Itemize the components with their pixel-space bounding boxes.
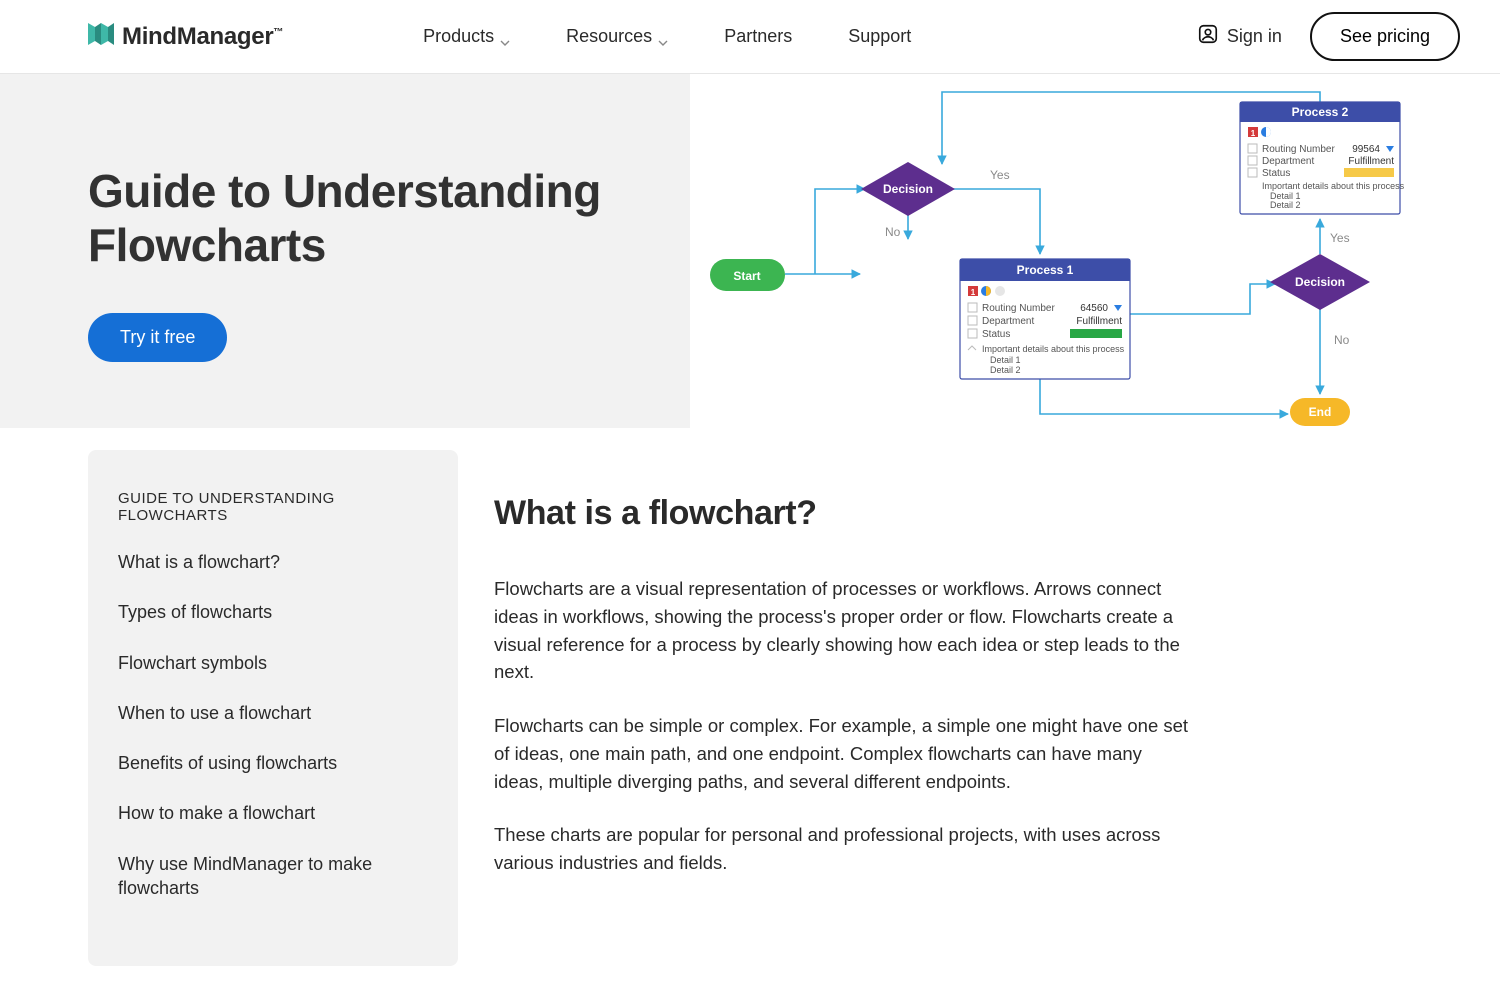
svg-text:1: 1 bbox=[971, 288, 976, 297]
logo-icon bbox=[88, 21, 114, 52]
flow-no-label: No bbox=[885, 225, 901, 239]
chevron-down-icon bbox=[500, 32, 510, 42]
svg-text:Status: Status bbox=[1262, 168, 1290, 179]
nav-resources-label: Resources bbox=[566, 26, 652, 47]
hero-flowchart: Start Decision Yes No Process 1 1 bbox=[690, 74, 1500, 428]
svg-text:Start: Start bbox=[733, 269, 760, 283]
flow-decision-1: Decision bbox=[861, 162, 955, 216]
article-p2: Flowcharts can be simple or complex. For… bbox=[494, 712, 1194, 795]
toc-sidebar: GUIDE TO UNDERSTANDING FLOWCHARTS What i… bbox=[88, 450, 458, 966]
svg-text:Detail 2: Detail 2 bbox=[1270, 200, 1301, 210]
page-title: Guide to Understanding Flowcharts bbox=[88, 164, 650, 273]
svg-text:Fulfillment: Fulfillment bbox=[1076, 316, 1122, 327]
svg-text:Fulfillment: Fulfillment bbox=[1348, 156, 1394, 167]
svg-text:Department: Department bbox=[1262, 156, 1314, 167]
nav-resources[interactable]: Resources bbox=[566, 26, 668, 47]
toc-item-benefits[interactable]: Benefits of using flowcharts bbox=[118, 751, 428, 775]
svg-text:Status: Status bbox=[982, 329, 1010, 340]
svg-text:Routing Number: Routing Number bbox=[982, 303, 1055, 314]
svg-text:Process 2: Process 2 bbox=[1292, 105, 1349, 119]
svg-text:Important details about this p: Important details about this process bbox=[1262, 181, 1405, 191]
toc-item-when[interactable]: When to use a flowchart bbox=[118, 701, 428, 725]
svg-text:Department: Department bbox=[982, 316, 1034, 327]
article-heading: What is a flowchart? bbox=[494, 494, 1194, 533]
nav-support-label: Support bbox=[848, 26, 911, 47]
nav-products-label: Products bbox=[423, 26, 494, 47]
nav-partners-label: Partners bbox=[724, 26, 792, 47]
svg-text:Detail 1: Detail 1 bbox=[990, 355, 1021, 365]
flow-start: Start bbox=[710, 259, 785, 291]
chevron-down-icon bbox=[658, 32, 668, 42]
flowchart-svg: Start Decision Yes No Process 1 1 bbox=[690, 74, 1500, 428]
svg-text:Decision: Decision bbox=[1295, 275, 1345, 289]
see-pricing-button[interactable]: See pricing bbox=[1310, 12, 1460, 61]
nav-partners[interactable]: Partners bbox=[724, 26, 792, 47]
flow-yes-label-2: Yes bbox=[1330, 231, 1350, 245]
flow-process-2: Process 2 1 Routing Number 99564 Departm… bbox=[1240, 102, 1405, 214]
svg-text:99564: 99564 bbox=[1352, 144, 1380, 155]
flow-no-label-2: No bbox=[1334, 333, 1350, 347]
svg-text:Decision: Decision bbox=[883, 182, 933, 196]
svg-text:1: 1 bbox=[1251, 129, 1256, 138]
top-bar: MindManager™ Products Resources Partners… bbox=[0, 0, 1500, 74]
header-right: Sign in See pricing bbox=[1197, 12, 1460, 61]
primary-nav: Products Resources Partners Support bbox=[423, 26, 911, 47]
toc-item-why[interactable]: Why use MindManager to make flowcharts bbox=[118, 852, 428, 901]
nav-products[interactable]: Products bbox=[423, 26, 510, 47]
signin-link[interactable]: Sign in bbox=[1197, 23, 1282, 50]
svg-text:Important details about this p: Important details about this process bbox=[982, 344, 1125, 354]
article-p3: These charts are popular for personal an… bbox=[494, 821, 1194, 877]
flow-decision-2: Decision bbox=[1270, 254, 1370, 310]
signin-label: Sign in bbox=[1227, 26, 1282, 47]
flow-yes-label: Yes bbox=[990, 168, 1010, 182]
svg-text:Process 1: Process 1 bbox=[1017, 263, 1074, 277]
toc-item-symbols[interactable]: Flowchart symbols bbox=[118, 651, 428, 675]
toc-title: GUIDE TO UNDERSTANDING FLOWCHARTS bbox=[118, 490, 428, 524]
hero: Guide to Understanding Flowcharts Try it… bbox=[0, 74, 1500, 428]
article: What is a flowchart? Flowcharts are a vi… bbox=[494, 450, 1194, 966]
brand-logo[interactable]: MindManager™ bbox=[88, 21, 283, 52]
brand-name: MindManager™ bbox=[122, 23, 283, 51]
try-free-button[interactable]: Try it free bbox=[88, 313, 227, 362]
toc-item-howto[interactable]: How to make a flowchart bbox=[118, 801, 428, 825]
hero-text: Guide to Understanding Flowcharts Try it… bbox=[0, 74, 690, 428]
svg-text:End: End bbox=[1309, 405, 1332, 419]
svg-text:Detail 2: Detail 2 bbox=[990, 365, 1021, 375]
user-icon bbox=[1197, 23, 1219, 50]
flow-end: End bbox=[1290, 398, 1350, 426]
article-p1: Flowcharts are a visual representation o… bbox=[494, 575, 1194, 686]
toc-item-types[interactable]: Types of flowcharts bbox=[118, 600, 428, 624]
svg-text:64560: 64560 bbox=[1080, 303, 1108, 314]
toc-item-what[interactable]: What is a flowchart? bbox=[118, 550, 428, 574]
svg-text:Routing Number: Routing Number bbox=[1262, 144, 1335, 155]
nav-support[interactable]: Support bbox=[848, 26, 911, 47]
main-content: GUIDE TO UNDERSTANDING FLOWCHARTS What i… bbox=[0, 428, 1500, 966]
flow-process-1: Process 1 1 Routing Number 64560 Departm… bbox=[960, 259, 1130, 379]
